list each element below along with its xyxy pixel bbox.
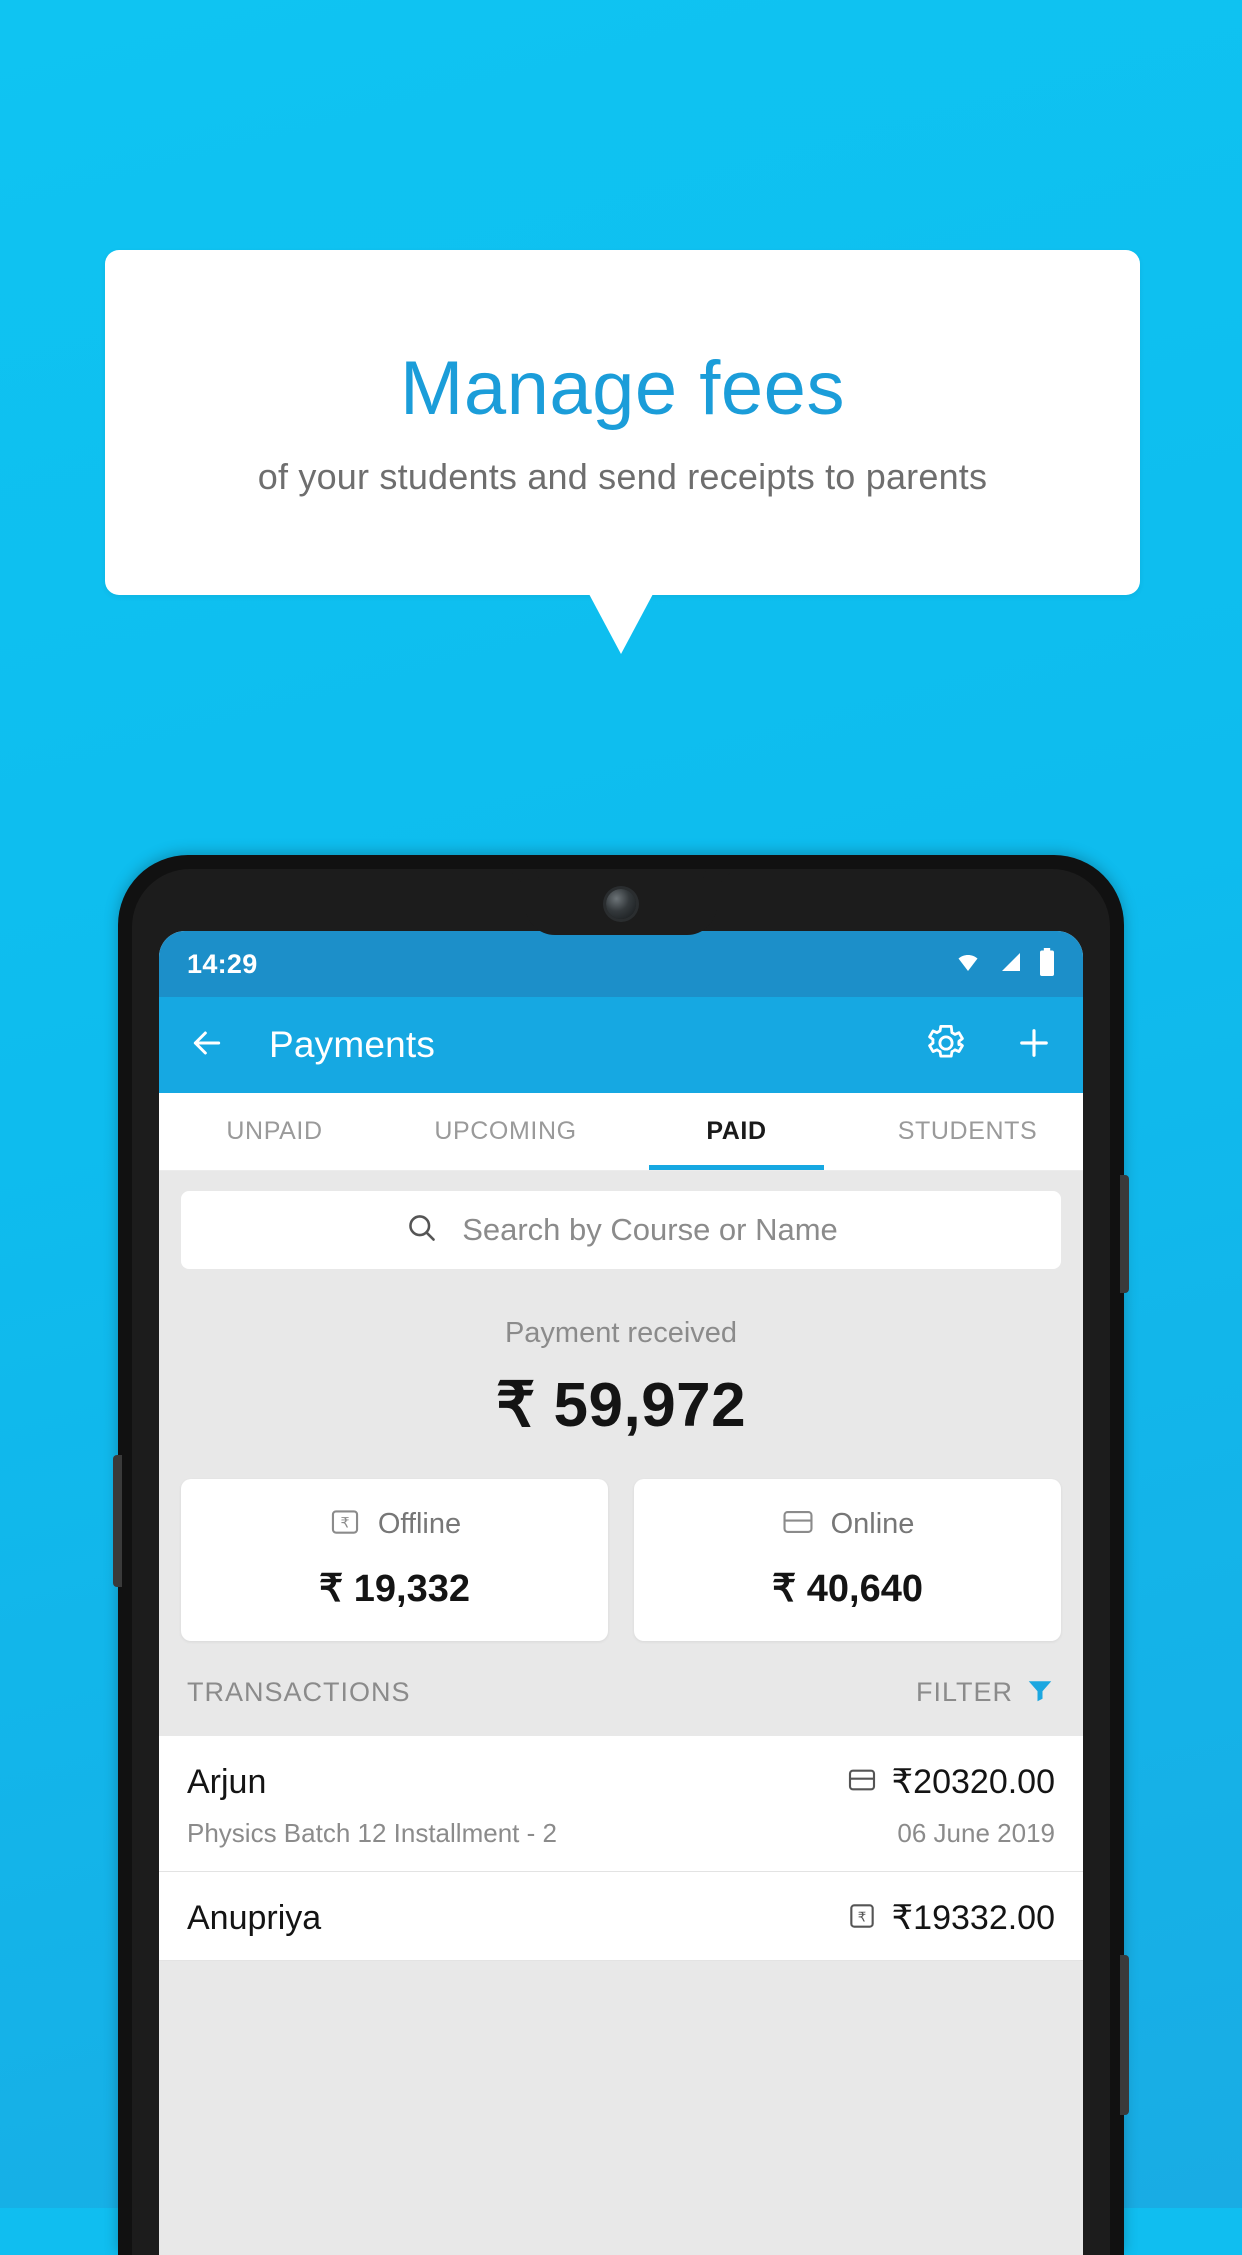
offline-card-label: Offline [377,1508,462,1540]
online-card[interactable]: Online ₹ 40,640 [634,1479,1061,1641]
wifi-icon [953,950,983,979]
credit-card-icon [846,1764,878,1801]
tab-students-label: STUDENTS [897,1117,1038,1145]
phone-bezel: 14:29 Payments UNPAID UPCOMING PAID STUD… [132,869,1110,2255]
app-bar-actions [925,1022,1055,1069]
search-icon [404,1210,440,1251]
transaction-course: Physics Batch 12 Installment - 2 [187,1818,557,1848]
phone-power-button [1120,1175,1129,1293]
back-arrow-icon[interactable] [187,1023,227,1068]
payment-received-label: Payment received [504,1317,738,1349]
transactions-header: TRANSACTIONS FILTER [159,1641,1083,1736]
transaction-amount-group: ₹20320.00 [846,1762,1055,1802]
gear-icon[interactable] [925,1022,967,1069]
search-input[interactable]: Search by Course or Name [181,1191,1061,1269]
phone-mockup: 14:29 Payments UNPAID UPCOMING PAID STUD… [113,855,1129,2255]
credit-card-icon [781,1505,815,1544]
tab-paid-label: PAID [706,1117,767,1145]
front-camera [606,889,636,919]
phone-volume-button [113,1455,122,1587]
page-title: Payments [269,1024,436,1065]
online-card-head: Online [634,1505,1061,1544]
rupee-note-icon: ₹ [328,1505,362,1544]
offline-card-value: ₹ 19,332 [319,1568,470,1610]
offline-card-head: ₹ Offline [181,1505,608,1544]
svg-text:₹: ₹ [340,1516,349,1532]
table-row[interactable]: Anupriya ₹ ₹19332.00 [159,1872,1083,1961]
transaction-name: Arjun [187,1762,267,1801]
plus-icon[interactable] [1013,1022,1055,1069]
table-row[interactable]: Arjun ₹20320.00 Physics Batch 12 Install… [159,1736,1083,1872]
status-bar: 14:29 [159,931,1083,997]
payment-received-amount: ₹ 59,972 [495,1371,747,1440]
transaction-date: 06 June 2019 [897,1818,1055,1848]
transactions-list: Arjun ₹20320.00 Physics Batch 12 Install… [159,1736,1083,1961]
svg-text:₹: ₹ [857,1910,865,1925]
transaction-primary-line: Arjun ₹20320.00 [187,1762,1055,1802]
tab-bar: UNPAID UPCOMING PAID STUDENTS [159,1093,1083,1171]
tab-unpaid[interactable]: UNPAID [159,1093,390,1170]
promo-bubble: Manage fees of your students and send re… [105,250,1140,595]
paid-tab-content: Search by Course or Name Payment receive… [159,1171,1083,2255]
online-card-value: ₹ 40,640 [772,1568,923,1610]
battery-icon [1039,947,1055,981]
transaction-amount: ₹20320.00 [891,1763,1055,1801]
tab-students[interactable]: STUDENTS [852,1093,1083,1170]
filter-button[interactable]: FILTER [916,1675,1055,1710]
payment-summary: Payment received ₹ 59,972 [159,1269,1083,1453]
transactions-title: TRANSACTIONS [187,1677,411,1707]
promo-bubble-tail [589,594,653,654]
status-time: 14:29 [187,948,258,979]
search-placeholder: Search by Course or Name [462,1212,838,1247]
phone-side-button [1120,1955,1129,2115]
status-icons [953,947,1055,981]
funnel-icon [1025,1675,1055,1710]
filter-label: FILTER [915,1677,1013,1707]
tab-upcoming-label: UPCOMING [434,1117,577,1145]
tab-upcoming[interactable]: UPCOMING [390,1093,621,1170]
transaction-amount-group: ₹ ₹19332.00 [846,1898,1055,1938]
transaction-name: Anupriya [187,1898,322,1937]
transaction-secondary-line: Physics Batch 12 Installment - 2 06 June… [187,1818,1055,1849]
transaction-amount: ₹19332.00 [891,1899,1055,1937]
search-container: Search by Course or Name [159,1171,1083,1269]
tab-paid[interactable]: PAID [621,1093,852,1170]
signal-icon [998,950,1024,979]
rupee-note-icon: ₹ [846,1900,878,1937]
payment-method-cards: ₹ Offline ₹ 19,332 Online ₹ 40,640 [159,1453,1083,1641]
promo-title: Manage fees [400,345,845,431]
transaction-primary-line: Anupriya ₹ ₹19332.00 [187,1898,1055,1938]
promo-subtitle: of your students and send receipts to pa… [257,456,988,498]
app-bar: Payments [159,997,1083,1093]
phone-screen: 14:29 Payments UNPAID UPCOMING PAID STUD… [159,931,1083,2255]
offline-card[interactable]: ₹ Offline ₹ 19,332 [181,1479,608,1641]
tab-unpaid-label: UNPAID [226,1117,323,1145]
online-card-label: Online [830,1508,915,1540]
